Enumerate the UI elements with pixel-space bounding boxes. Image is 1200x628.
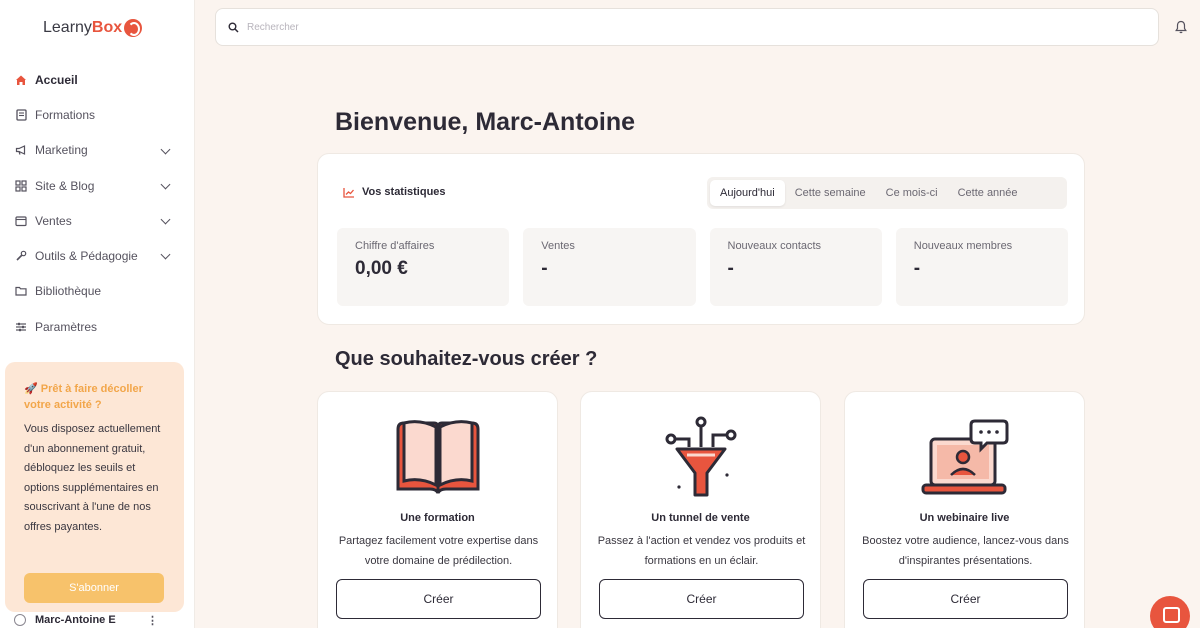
stat-label: Nouveaux membres [913, 240, 1013, 252]
create-tunnel-button[interactable]: Créer [599, 579, 804, 619]
search-icon [228, 22, 239, 33]
stat-label: Nouveaux contacts [727, 240, 822, 252]
bell-icon[interactable] [1175, 20, 1187, 34]
sidebar-item-label: Paramètres [35, 319, 98, 334]
webinar-laptop-icon [921, 419, 1009, 495]
stat-value: - [727, 258, 734, 279]
grid-icon [15, 179, 27, 192]
globe-icon [124, 19, 143, 37]
stat-tile-sales: Ventes - [523, 228, 696, 306]
stat-tile-new-members: Nouveaux membres - [895, 228, 1068, 306]
sidebar-item-parametres[interactable]: Paramètres [0, 309, 195, 344]
sidebar-item-label: Site & Blog [35, 178, 95, 193]
sidebar-item-label: Accueil [35, 72, 78, 87]
create-section-title: Que souhaitez-vous créer ? [335, 348, 598, 370]
card-description: Passez à l'action et vendez vos produits… [597, 535, 806, 567]
sidebar-item-marketing[interactable]: Marketing [0, 133, 195, 168]
search-bar [215, 8, 1159, 46]
create-formation-button[interactable]: Créer [336, 579, 541, 619]
stat-value: - [913, 258, 921, 279]
sidebar-nav: Accueil Formations Marketing Site & Blog [0, 62, 195, 344]
sidebar-item-label: Outils & Pédagogie [35, 249, 138, 264]
cart-icon [15, 215, 27, 227]
user-name: Marc-Antoine E [35, 614, 116, 626]
create-webinar-button[interactable]: Créer [863, 579, 1068, 619]
period-this-week[interactable]: Cette semaine [785, 180, 876, 206]
sidebar-item-label: Bibliothèque [35, 284, 102, 299]
card-description: Partagez facilement votre expertise dans… [338, 535, 539, 567]
tools-icon [15, 250, 27, 262]
sidebar-item-label: Ventes [35, 213, 72, 228]
chevron-down-icon[interactable] [160, 214, 171, 225]
card-title: Un webinaire live [919, 512, 1010, 524]
sidebar: Learny Box Accueil Formations Marketing [0, 0, 195, 628]
promo-title: 🚀 Prêt à faire décoller votre activité ? [24, 383, 143, 411]
stat-label: Chiffre d'affaires [355, 240, 435, 252]
page-title: Bienvenue, Marc-Antoine [335, 108, 636, 136]
sidebar-item-bibliotheque[interactable]: Bibliothèque [0, 274, 195, 309]
card-title: Une formation [400, 512, 475, 524]
card-title: Un tunnel de vente [651, 512, 750, 524]
home-icon [15, 74, 27, 86]
sidebar-item-site-blog[interactable]: Site & Blog [0, 168, 195, 203]
period-this-year[interactable]: Cette année [948, 180, 1028, 206]
period-this-month[interactable]: Ce mois-ci [876, 180, 948, 206]
period-selector: Aujourd'hui Cette semaine Ce mois-ci Cet… [707, 177, 1067, 209]
search-input[interactable] [247, 21, 847, 33]
sidebar-item-ventes[interactable]: Ventes [0, 203, 195, 238]
brand-logo[interactable]: Learny Box [43, 15, 143, 41]
stat-label: Ventes [541, 240, 575, 252]
stat-value: 0,00 € [355, 258, 408, 279]
period-today[interactable]: Aujourd'hui [710, 180, 785, 206]
chevron-down-icon[interactable] [160, 250, 171, 260]
stat-tile-revenue: Chiffre d'affaires 0,00 € [337, 228, 510, 306]
stat-tile-new-contacts: Nouveaux contacts - [709, 228, 882, 306]
avatar [14, 614, 26, 626]
sidebar-item-label: Marketing [35, 143, 88, 158]
book-icon [15, 109, 27, 121]
sidebar-item-accueil[interactable]: Accueil [0, 62, 195, 97]
create-cards: Une formation Partagez facilement votre … [317, 391, 1085, 628]
create-card-formation: Une formation Partagez facilement votre … [317, 391, 558, 628]
create-card-tunnel: Un tunnel de vente Passez à l'action et … [580, 391, 821, 628]
folder-icon [15, 285, 27, 297]
chat-support-button[interactable] [1150, 596, 1190, 628]
chart-line-icon [343, 187, 354, 198]
chevron-down-icon[interactable] [160, 179, 171, 190]
statistics-header: Vos statistiques [343, 186, 446, 198]
promo-text: Vous disposez actuellement d'un abonneme… [24, 423, 161, 533]
megaphone-icon [15, 144, 27, 156]
upgrade-promo-card: 🚀 Prêt à faire décoller votre activité ?… [5, 362, 184, 612]
sliders-icon [15, 321, 27, 333]
brand-name-part1: Learny [43, 19, 92, 36]
chevron-down-icon[interactable] [160, 144, 171, 155]
card-description: Boostez votre audience, lancez-vous dans… [862, 535, 1069, 567]
stat-tiles: Chiffre d'affaires 0,00 € Ventes - Nouve… [337, 228, 1068, 306]
funnel-icon [665, 416, 737, 497]
open-book-icon [396, 420, 480, 494]
sidebar-item-formations[interactable]: Formations [0, 97, 195, 132]
user-menu-icon[interactable]: ⋮ [147, 614, 158, 627]
sidebar-item-outils-pedagogie[interactable]: Outils & Pédagogie [0, 238, 195, 273]
statistics-title: Vos statistiques [362, 186, 446, 198]
user-profile[interactable]: Marc-Antoine E ⋮ [0, 612, 195, 628]
create-card-webinar: Un webinaire live Boostez votre audience… [844, 391, 1085, 628]
statistics-card: Vos statistiques Aujourd'hui Cette semai… [317, 153, 1085, 325]
stat-value: - [541, 258, 548, 279]
brand-name-part2: Box [91, 19, 123, 36]
subscribe-button[interactable]: S'abonner [24, 573, 164, 603]
sidebar-item-label: Formations [35, 107, 96, 122]
